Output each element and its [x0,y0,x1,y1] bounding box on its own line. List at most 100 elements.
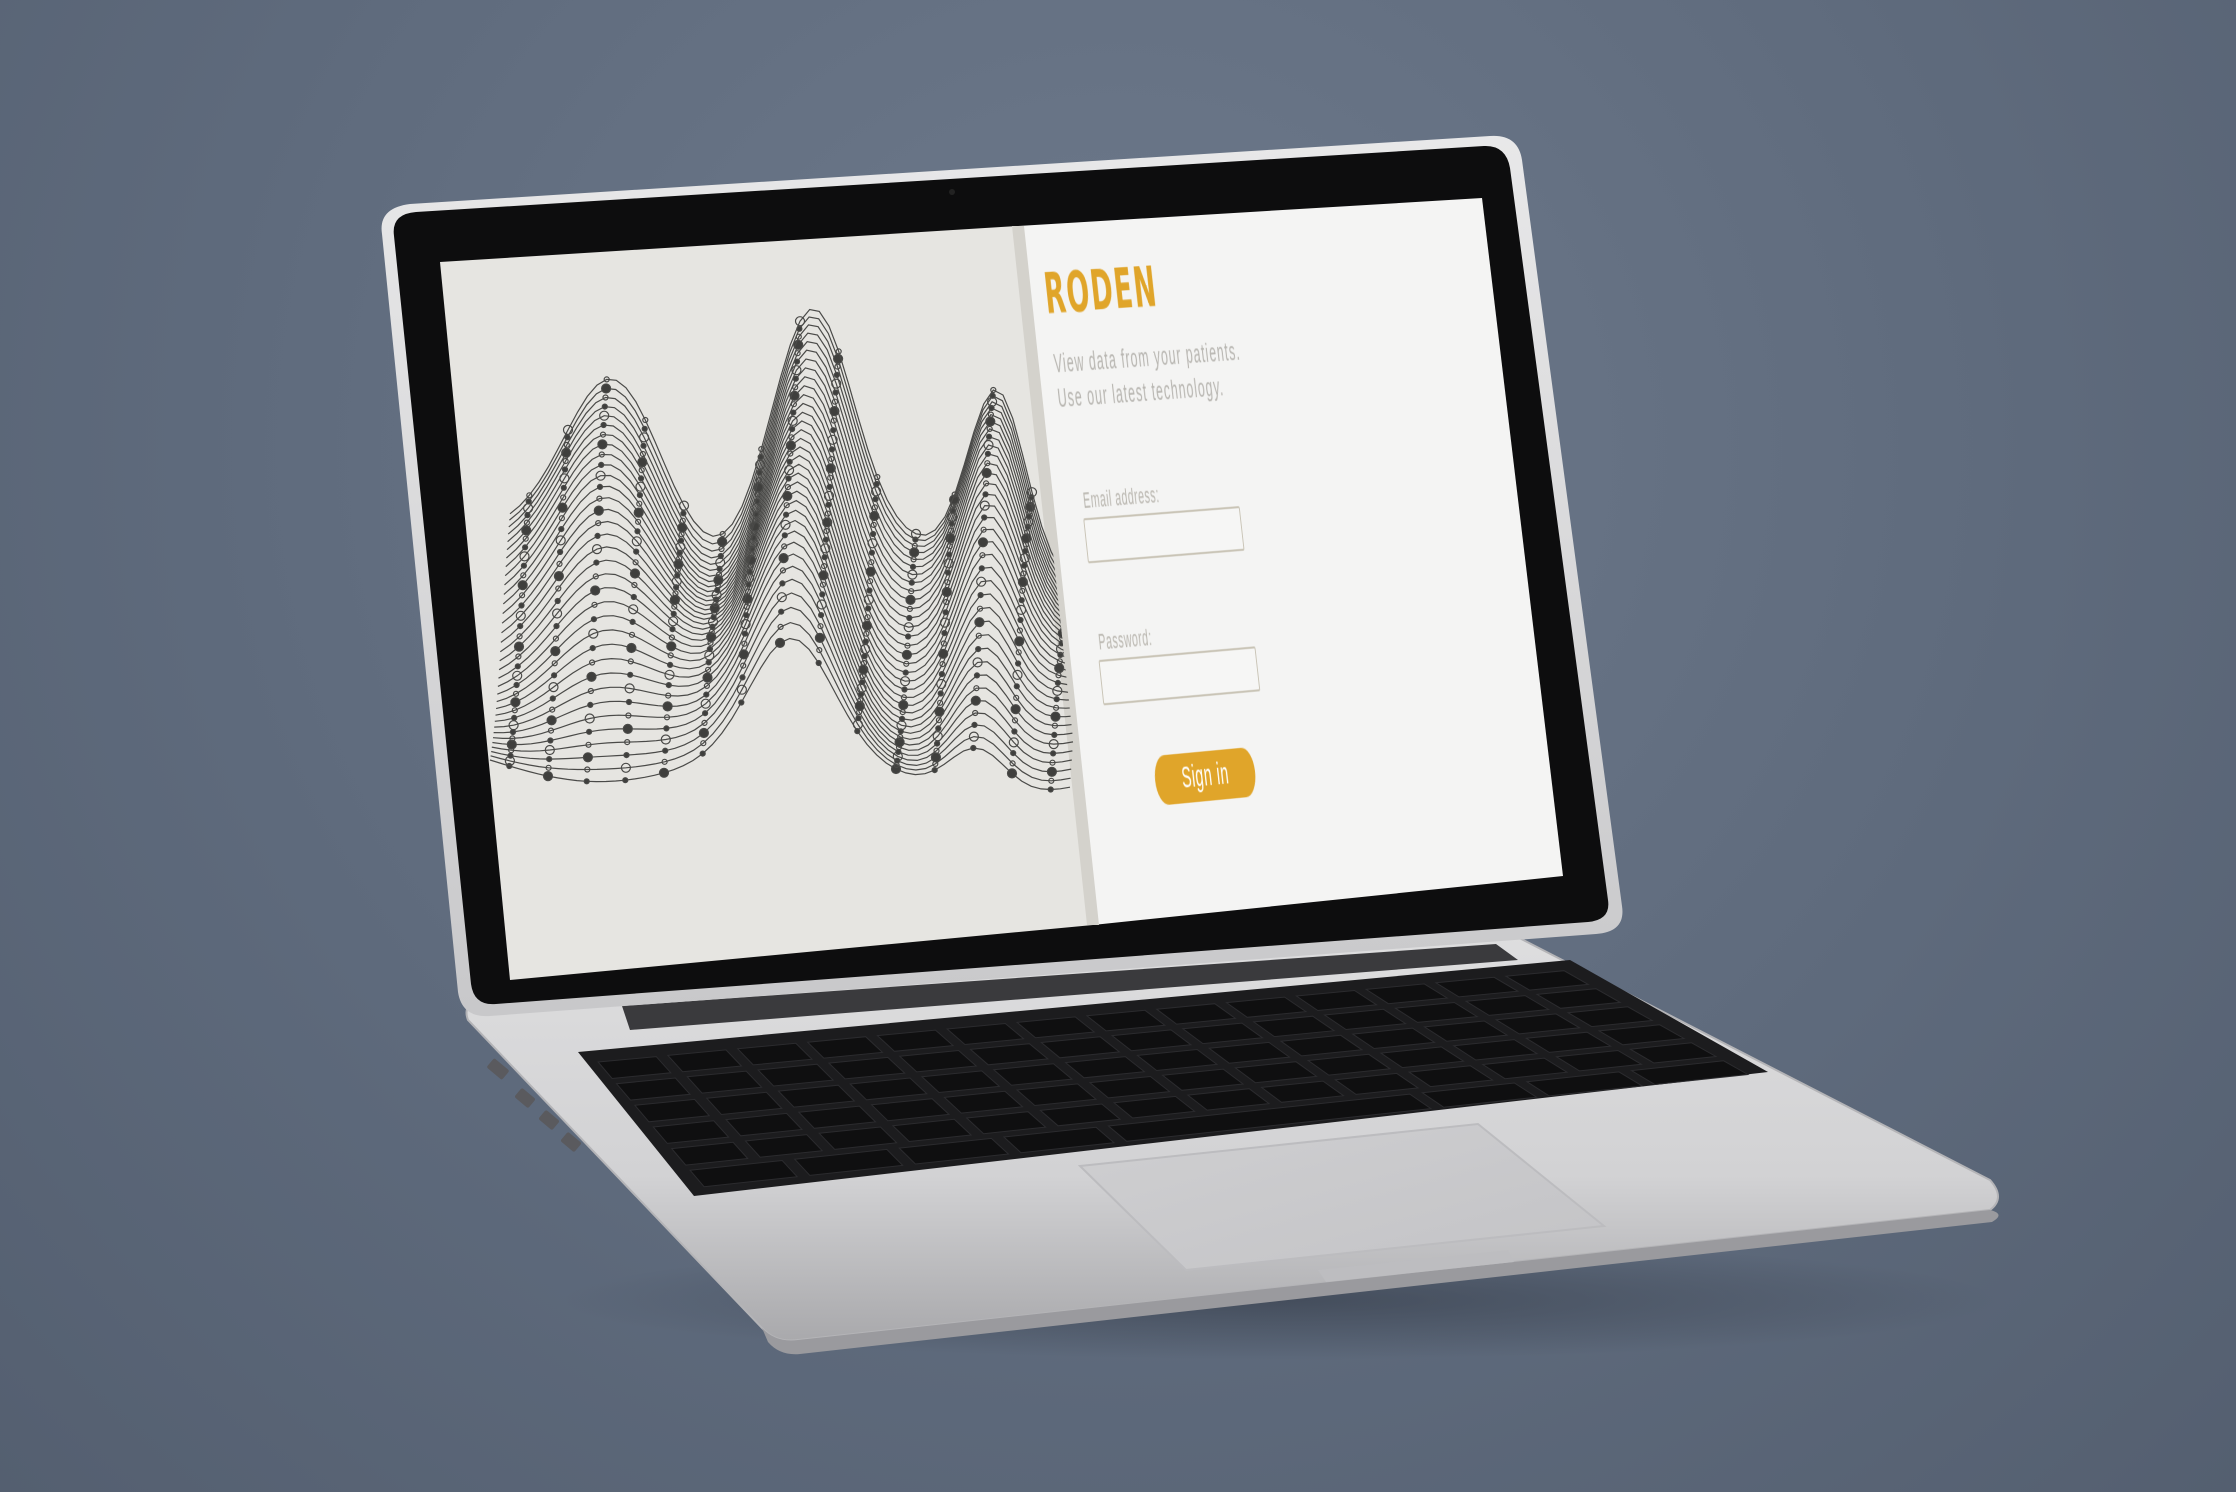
wave-dot [701,710,709,717]
password-field[interactable] [1098,646,1261,706]
wave-dot [974,617,985,628]
wave-dot [901,686,908,693]
wave-dot [778,552,789,564]
wave-dot [714,587,721,594]
wave-dot [973,672,981,679]
wave-dot [819,591,826,598]
wave-dot [909,563,917,570]
wave-dot [788,426,796,433]
wave-dot [524,512,531,519]
password-label: Password: [1097,624,1154,655]
wave-dot [513,681,520,689]
wave-dot [590,616,598,623]
wave-dot [636,492,644,499]
wave-dot [507,752,514,759]
wave-dot [739,674,746,681]
wave-dot [583,778,590,785]
email-field[interactable] [1083,506,1245,564]
wave-dot [970,744,977,752]
wave-dot [629,618,636,626]
wave-dot [513,641,525,652]
wave-dot [706,645,714,653]
wave-dot [1050,711,1061,722]
wave-dot [521,544,529,551]
wave-dot [560,484,567,491]
wave-dot [906,614,913,622]
wave-dot [637,475,645,482]
wave-dot [901,649,913,660]
wave-dot [1010,704,1021,715]
wave-dot [594,532,601,540]
wave-dot [859,679,866,686]
wave-dot [547,737,554,744]
wave-dot [553,570,565,582]
wave-dot [593,505,604,516]
webcam [949,189,955,195]
wave-dot [873,480,880,488]
wave-dot [826,483,833,490]
wave-dot [1013,683,1020,690]
wave-dot [586,671,597,682]
sign-in-button[interactable]: Sign in [1152,746,1258,806]
email-label: Email address: [1081,481,1161,514]
wave-dot [905,594,916,606]
wave-dot [550,645,561,657]
wave-dot [1020,562,1028,569]
wave-dot [585,728,593,735]
wave-dot [717,552,724,560]
wave-dot [674,572,681,579]
wave-dot [1006,768,1018,779]
wave-dot [781,532,788,539]
wave-dot [658,767,670,778]
wave-dot [597,439,608,450]
wave-dot [625,698,633,706]
wave-dot [909,547,920,558]
wave-dot [666,661,674,669]
wave-dot [935,725,942,732]
wave-dot [514,663,521,670]
wave-dot [716,536,728,547]
wave-dot [517,622,524,630]
wave-dot [525,498,532,505]
wave-dot [1051,731,1058,739]
wave-dot [902,669,909,676]
wave-dot [814,632,826,644]
wave-dot [971,721,978,729]
wave-dot [546,755,553,763]
wave-dot [866,587,873,594]
wave-dot [662,701,673,712]
wave-dot [790,409,797,416]
wave-dot [1047,786,1054,793]
wave-dot [561,466,569,473]
wave-dot [627,671,634,678]
wave-dot [830,427,837,434]
wave-dot [677,537,685,544]
wave-dot [633,548,640,555]
wave-dot [741,630,749,637]
wave-dot [1017,616,1024,624]
wave-dot [898,715,906,723]
wave-dot [554,597,561,605]
wave-dot [593,559,600,566]
wave-dot [703,691,710,698]
wave-dot [699,750,706,757]
wave-dot [517,580,528,591]
wave-dot [975,645,982,653]
wave-dot [825,501,832,508]
wave-dot [821,554,828,561]
wave-dot [930,752,942,763]
wave-dot [904,633,912,640]
wave-dot [898,699,909,711]
wave-dot [666,641,677,652]
wave-dot [549,695,556,702]
wave-dot [782,511,790,518]
wave-dot [601,403,608,410]
wave-dot [630,593,637,601]
wave-dot [511,714,518,722]
wave-dot [865,605,872,612]
wave-dot [978,565,985,572]
wave-dot [941,629,948,637]
wave-dot [778,608,785,615]
wave-dot [520,562,528,569]
wave-dot [942,609,949,616]
